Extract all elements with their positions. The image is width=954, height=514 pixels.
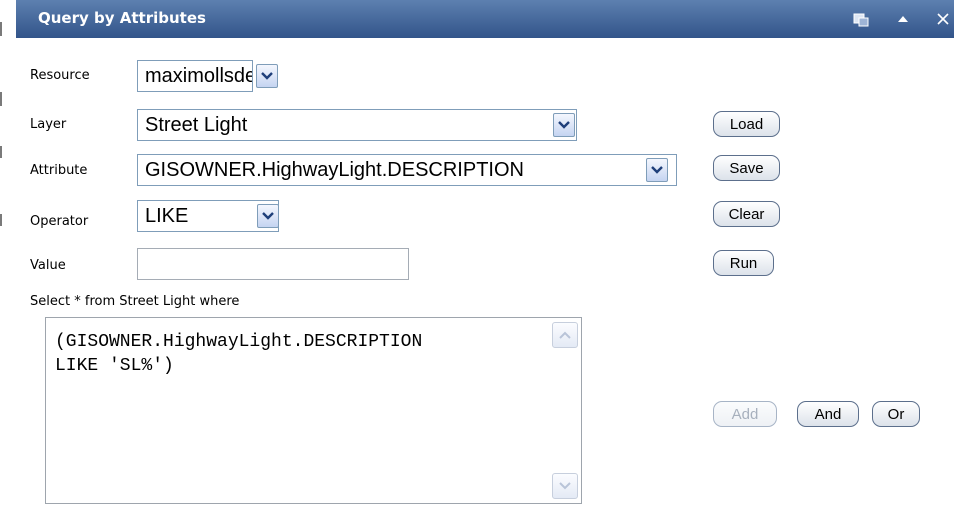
attribute-select[interactable]: GISOWNER.HighwayLight.DESCRIPTION — [137, 154, 677, 186]
chevron-down-icon — [559, 482, 571, 490]
window-title: Query by Attributes — [38, 9, 206, 27]
or-button[interactable]: Or — [872, 401, 920, 427]
run-button[interactable]: Run — [713, 250, 774, 276]
close-icon[interactable] — [934, 10, 952, 28]
resource-value: maximollsde — [145, 65, 253, 87]
chevron-down-icon — [262, 212, 274, 220]
restore-icon[interactable] — [852, 10, 870, 28]
attribute-value: GISOWNER.HighwayLight.DESCRIPTION — [145, 159, 524, 181]
chevron-down-icon — [261, 72, 273, 80]
query-prefix-label: Select * from Street Light where — [30, 294, 240, 309]
save-button[interactable]: Save — [713, 155, 780, 181]
left-edge-marks — [0, 0, 3, 514]
chevron-down-icon — [651, 166, 663, 174]
layer-select[interactable]: Street Light — [137, 109, 577, 141]
add-button[interactable]: Add — [713, 401, 777, 427]
query-scrollbar[interactable] — [552, 322, 578, 499]
layer-label: Layer — [30, 117, 67, 132]
resource-dropdown-button[interactable] — [256, 64, 278, 88]
query-textarea[interactable]: (GISOWNER.HighwayLight.DESCRIPTION LIKE … — [45, 317, 582, 504]
layer-value: Street Light — [145, 114, 248, 136]
scroll-down-button[interactable] — [552, 473, 578, 499]
resource-select[interactable]: maximollsde — [137, 60, 253, 92]
operator-label: Operator — [30, 214, 89, 229]
load-button[interactable]: Load — [713, 111, 780, 137]
attribute-label: Attribute — [30, 163, 88, 178]
scroll-up-button[interactable] — [552, 322, 578, 348]
chevron-up-icon — [559, 331, 571, 339]
chevron-down-icon — [558, 121, 570, 129]
operator-value: LIKE — [145, 205, 189, 227]
query-text: (GISOWNER.HighwayLight.DESCRIPTION LIKE … — [55, 332, 423, 376]
title-bar: Query by Attributes — [16, 0, 954, 38]
clear-button[interactable]: Clear — [713, 201, 780, 227]
and-button[interactable]: And — [797, 401, 859, 427]
layer-dropdown-button[interactable] — [553, 113, 575, 137]
value-input[interactable] — [137, 248, 409, 280]
collapse-icon[interactable] — [894, 10, 912, 28]
attribute-dropdown-button[interactable] — [646, 158, 668, 182]
resource-label: Resource — [30, 68, 90, 83]
value-label: Value — [30, 258, 66, 273]
operator-dropdown-button[interactable] — [257, 204, 279, 228]
